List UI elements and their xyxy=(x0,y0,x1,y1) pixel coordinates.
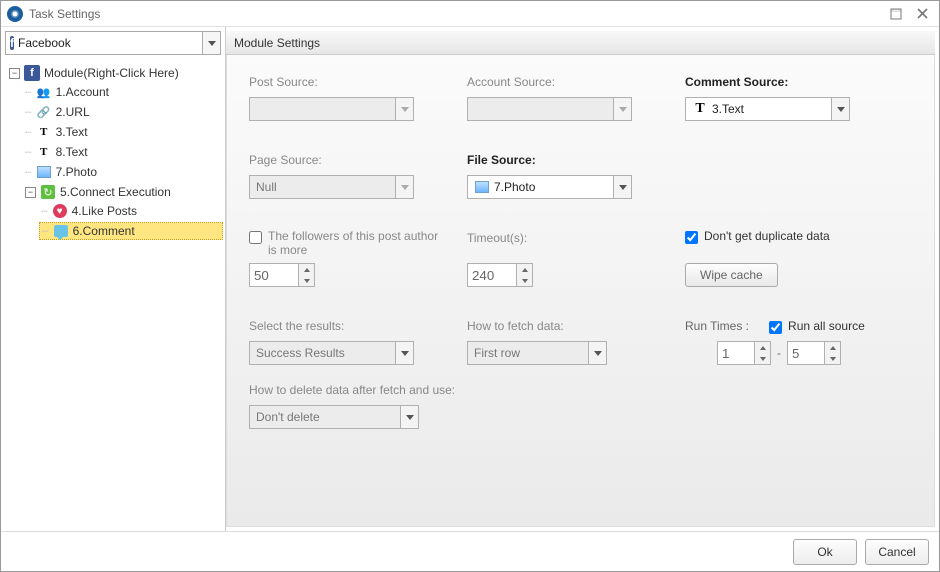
close-button[interactable] xyxy=(911,3,933,25)
facebook-icon: f xyxy=(24,65,40,81)
followers-min-field[interactable] xyxy=(249,263,299,287)
ok-button[interactable]: Ok xyxy=(793,539,857,565)
photo-icon xyxy=(474,179,490,195)
run-range-dash: - xyxy=(777,346,781,360)
label-timeout: Timeout(s): xyxy=(467,229,667,247)
platform-combo-value: Facebook xyxy=(18,36,71,50)
chevron-down-icon[interactable] xyxy=(613,176,631,198)
cancel-button[interactable]: Cancel xyxy=(865,539,929,565)
followers-label: The followers of this post author is mor… xyxy=(268,229,449,257)
run-all-checkbox[interactable] xyxy=(769,321,782,334)
page-source-select: Null xyxy=(249,175,414,199)
label-select-results: Select the results: xyxy=(249,317,449,335)
tree-node-comment[interactable]: ┄6.Comment xyxy=(39,222,223,240)
account-source-select xyxy=(467,97,632,121)
run-to-field[interactable] xyxy=(787,341,825,365)
text-icon: T xyxy=(36,144,52,160)
app-icon xyxy=(7,6,23,22)
post-source-select xyxy=(249,97,414,121)
label-comment-source: Comment Source: xyxy=(685,73,905,91)
label-account-source: Account Source: xyxy=(467,73,667,91)
dialog-footer: Ok Cancel xyxy=(1,531,939,571)
wipe-cache-button[interactable]: Wipe cache xyxy=(685,263,778,287)
label-how-fetch: How to fetch data: xyxy=(467,317,667,335)
right-panel: Module Settings Post Source: Account Sou… xyxy=(226,27,939,531)
timeout-spinner[interactable] xyxy=(517,263,533,287)
chevron-down-icon[interactable] xyxy=(395,342,413,364)
collapse-icon[interactable]: − xyxy=(25,187,36,198)
nodup-checkbox[interactable] xyxy=(685,231,698,244)
module-tree: − f Module(Right-Click Here) ┄👥1.Account… xyxy=(1,59,225,531)
followers-checkbox[interactable] xyxy=(249,231,262,244)
chevron-down-icon xyxy=(395,176,413,198)
chevron-down-icon[interactable] xyxy=(400,406,418,428)
chevron-down-icon[interactable] xyxy=(202,32,220,54)
nodup-label: Don't get duplicate data xyxy=(704,229,830,243)
module-settings-header: Module Settings xyxy=(226,31,935,55)
label-post-source: Post Source: xyxy=(249,73,449,91)
left-panel: f Facebook − f Module(Right-Click Here) … xyxy=(1,27,226,531)
minimize-button[interactable] xyxy=(885,3,907,25)
tree-node-text8[interactable]: ┄T8.Text xyxy=(23,143,223,161)
comment-source-select[interactable]: T 3.Text xyxy=(685,97,850,121)
collapse-icon[interactable]: − xyxy=(9,68,20,79)
run-from-input xyxy=(717,341,771,365)
window-title: Task Settings xyxy=(29,7,100,21)
chevron-down-icon[interactable] xyxy=(588,342,606,364)
module-settings-body: Post Source: Account Source: Comment Sou… xyxy=(226,55,935,527)
label-how-delete: How to delete data after fetch and use: xyxy=(249,381,905,399)
comment-icon xyxy=(53,223,69,239)
platform-combo[interactable]: f Facebook xyxy=(5,31,221,55)
label-file-source: File Source: xyxy=(467,151,667,169)
text-icon: T xyxy=(692,101,708,117)
chevron-down-icon xyxy=(613,98,631,120)
followers-checkbox-row: The followers of this post author is mor… xyxy=(249,229,449,257)
tree-root-label: Module(Right-Click Here) xyxy=(44,66,179,80)
tree-node-like[interactable]: ┄♥4.Like Posts xyxy=(39,202,223,220)
select-results-select[interactable]: Success Results xyxy=(249,341,414,365)
nodup-checkbox-row: Don't get duplicate data xyxy=(685,229,905,244)
text-icon: T xyxy=(36,124,52,140)
connect-icon: ↻ xyxy=(40,184,56,200)
how-delete-select[interactable]: Don't delete xyxy=(249,405,419,429)
followers-spinner[interactable] xyxy=(299,263,315,287)
label-page-source: Page Source: xyxy=(249,151,449,169)
facebook-icon: f xyxy=(10,36,14,50)
run-all-checkbox-row: Run all source xyxy=(769,319,865,334)
chevron-down-icon xyxy=(395,98,413,120)
link-icon: 🔗 xyxy=(36,104,52,120)
run-to-spinner[interactable] xyxy=(825,341,841,365)
photo-icon xyxy=(36,164,52,180)
titlebar: Task Settings xyxy=(1,1,939,27)
tree-root[interactable]: − f Module(Right-Click Here) xyxy=(7,64,223,82)
run-from-spinner[interactable] xyxy=(755,341,771,365)
file-source-select[interactable]: 7.Photo xyxy=(467,175,632,199)
how-fetch-select[interactable]: First row xyxy=(467,341,607,365)
tree-node-account[interactable]: ┄👥1.Account xyxy=(23,83,223,101)
like-icon: ♥ xyxy=(52,203,68,219)
account-icon: 👥 xyxy=(36,84,52,100)
tree-node-url[interactable]: ┄🔗2.URL xyxy=(23,103,223,121)
tree-node-photo[interactable]: ┄7.Photo xyxy=(23,163,223,181)
tree-node-text3[interactable]: ┄T3.Text xyxy=(23,123,223,141)
run-to-input xyxy=(787,341,841,365)
followers-min-input xyxy=(249,263,449,287)
run-from-field[interactable] xyxy=(717,341,755,365)
timeout-input xyxy=(467,263,667,287)
task-settings-window: Task Settings f Facebook − f Module(Righ… xyxy=(0,0,940,572)
timeout-field[interactable] xyxy=(467,263,517,287)
run-all-label: Run all source xyxy=(788,319,865,333)
chevron-down-icon[interactable] xyxy=(831,98,849,120)
label-run-times: Run Times : xyxy=(685,317,749,335)
tree-node-connect[interactable]: − ↻ 5.Connect Execution xyxy=(23,183,223,201)
